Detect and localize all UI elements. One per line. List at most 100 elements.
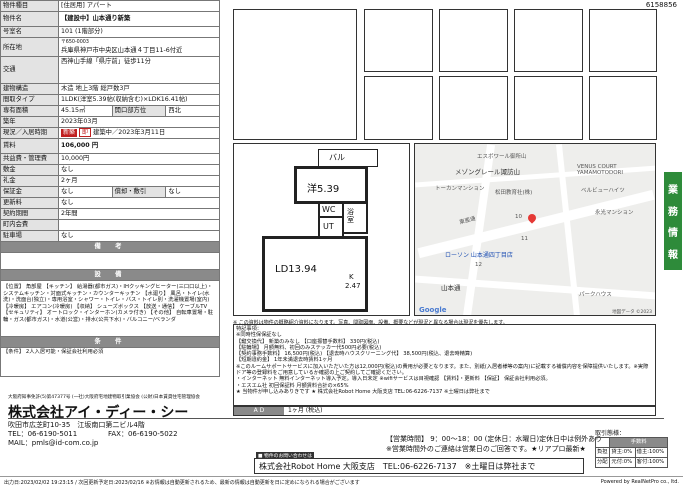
photo-7: [514, 76, 583, 140]
address-label: 所在地: [0, 37, 59, 57]
output-date: 出力日:2023/02/02 19:23:15 / 次回更新予定日:2023/0…: [4, 480, 360, 486]
guarantee-label: 保証金: [0, 186, 59, 198]
side-tab-char-3: 情: [668, 228, 678, 240]
map-label-3: トーカンマンション: [435, 186, 485, 192]
structure-label: 建物構造: [0, 83, 59, 95]
side-tab-char-4: 報: [668, 249, 678, 261]
document-id: 6158856: [645, 1, 677, 9]
business-hours: 【営業時間】 9：00～18：00 (定休日：水曜日)定休日中は例外あり: [386, 435, 603, 443]
property-spec-table: 物件種目 [住居用] アパート 物件名 【建設中】山本通り新築 号室名 101 …: [0, 0, 220, 377]
conditions-text: 【条件】 2人入居可能・保証会社利用必須: [0, 347, 220, 377]
photo-1: [364, 9, 433, 72]
fee-table: 取引態様： 手数料 負担 貸主:0% 借主:100% 分配 元付:0% 客付:100%: [594, 428, 669, 468]
renewal-value: なし: [58, 197, 220, 209]
parking-value: なし: [58, 230, 220, 242]
photo-main: [233, 9, 357, 140]
layout-label: 間取タイプ: [0, 94, 59, 106]
name-label: 物件名: [0, 11, 59, 27]
ldk-label: LD13.94: [275, 264, 317, 275]
association-fee-label: 町内会費: [0, 219, 59, 231]
rent-value: 106,000 円: [58, 138, 220, 154]
fee-origin: 元付:0%: [609, 457, 636, 468]
map-label-9: 山本通: [441, 284, 461, 292]
map-label-1: エスボワール御所山: [477, 154, 527, 160]
ldk: LD13.94 K 2.47: [262, 236, 368, 312]
status-cell: 新築即建築中／2023年3月11日: [58, 127, 220, 139]
address-text: 兵庫県神戸市中央区山本通４丁目11-6付近: [61, 46, 183, 54]
map-label-8: ローソン 山本通四丁目店: [445, 252, 513, 259]
western-room: 洋5.39: [294, 166, 368, 204]
map-label-7: 永光マンション: [595, 210, 634, 216]
type-label: 物件種目: [0, 0, 59, 12]
side-tab-char-2: 務: [668, 206, 678, 218]
parking-label: 駐車場: [0, 230, 59, 242]
key-money-value: 2ヶ月: [58, 175, 220, 187]
company-fax: FAX：06-6190-5022: [108, 430, 178, 438]
balcony: バル: [318, 149, 378, 167]
term-label: 契約期間: [0, 208, 59, 220]
map-label-6: ベルビューハイツ: [581, 188, 625, 194]
fee-split-label: 分配: [594, 457, 611, 468]
immediate-badge: 即: [79, 128, 92, 137]
layout-value: 1LDK(洋室5.39帖(収納含む)×LDK16.41帖): [58, 94, 220, 106]
photo-8: [589, 76, 657, 140]
contact-box: 株式会社Robot Home 大阪支店 TEL:06-6226-7137 ※土曜…: [254, 458, 584, 474]
guarantee-value: なし: [58, 186, 113, 198]
direction-label: 開口部方位: [111, 105, 167, 117]
kitchen-value: 2.47: [345, 282, 361, 290]
ad-label: A D: [234, 407, 284, 415]
structure-value: 木造 地上3階 総戸数3戸: [58, 83, 220, 95]
business-info-tab[interactable]: 業 務 情 報: [664, 172, 682, 270]
deposit-value: なし: [58, 164, 220, 176]
deposit-label: 敷金: [0, 164, 59, 176]
kitchen-label: K: [349, 273, 354, 281]
map-label-10: 東亜通: [458, 216, 477, 226]
conditions-header: 条 件: [0, 336, 220, 348]
powered-by: Powered by RealNetPro co., ltd.: [600, 479, 679, 485]
key-money-label: 礼金: [0, 175, 59, 187]
floor-plan: バル 洋5.39 WC 浴室 UT LD13.94 K 2.47: [233, 143, 410, 316]
amortization-label: 償却・敷引: [111, 186, 167, 198]
map-label-2: メゾングレール諏訪山: [455, 168, 520, 176]
photo-4: [589, 9, 657, 72]
amortization-value: なし: [165, 186, 220, 198]
traffic-label: 交通: [0, 56, 59, 84]
note-line: ★ 当物件が申し込みありきです ★ 株式会社Robot Home 大阪支店 TE…: [236, 388, 490, 395]
type-value: [住居用] アパート: [58, 0, 220, 12]
common-fee-value: 10,000円: [58, 153, 220, 165]
map-block-12: 12: [475, 262, 482, 268]
company-name: 株式会社アイ・ディー・シー: [8, 405, 189, 421]
rent-label: 賃料: [0, 138, 59, 154]
wc-label: WC: [322, 205, 336, 214]
western-room-label: 洋5.39: [307, 184, 340, 195]
built-value: 2023年03月: [58, 116, 220, 128]
utility: UT: [318, 216, 344, 238]
fee-agent: 客付:100%: [634, 457, 669, 468]
renewal-label: 更新料: [0, 197, 59, 209]
location-map[interactable]: エスボワール御所山 メゾングレール諏訪山 トーカンマンション 松田教育社(株) …: [414, 143, 656, 316]
holiday-note: ※営業時間外のご連絡は営業日のご回答です。★リアプロ最新★: [386, 445, 586, 453]
area-label: 専有面積: [0, 105, 59, 117]
contact-text: 株式会社Robot Home 大阪支店 TEL:06-6226-7137 ※土曜…: [259, 462, 536, 471]
equipment-text: 【位置】 角部屋 【キッチン】 給湯器(都市ガス)・IHクッキングヒーター(三口…: [0, 280, 220, 337]
fee-landlord: 貸主:0%: [609, 447, 636, 458]
room-label: 号室名: [0, 26, 59, 38]
map-label-5: VENUS COURT YAMAMOTODORI: [577, 164, 623, 176]
ut-label: UT: [323, 222, 334, 231]
room-value: 101 (1階部分): [58, 26, 220, 38]
equipment-header: 設 備: [0, 269, 220, 281]
bath-label: 浴室: [347, 208, 354, 224]
area-value: 45.15㎡: [58, 105, 113, 117]
address-value: 〒650-0003 兵庫県神戸市中央区山本通４丁目11-6付近: [58, 37, 220, 57]
company-mail[interactable]: MAIL：pmls@id-com.co.jp: [8, 438, 98, 448]
photo-6: [439, 76, 508, 140]
fee-tenant: 借主:100%: [634, 447, 669, 458]
photo-2: [439, 9, 508, 72]
association-fee-value: [58, 219, 220, 231]
bottom-bar: 出力日:2023/02/02 19:23:15 / 次回更新予定日:2023/0…: [0, 476, 683, 486]
status-label: 現況／入居時期: [0, 127, 59, 139]
new-badge: 新築: [61, 129, 78, 137]
map-block-11: 11: [521, 236, 528, 242]
traffic-value: 西神山手線「県庁前」徒歩11分: [58, 56, 220, 84]
direction-value: 西北: [165, 105, 220, 117]
